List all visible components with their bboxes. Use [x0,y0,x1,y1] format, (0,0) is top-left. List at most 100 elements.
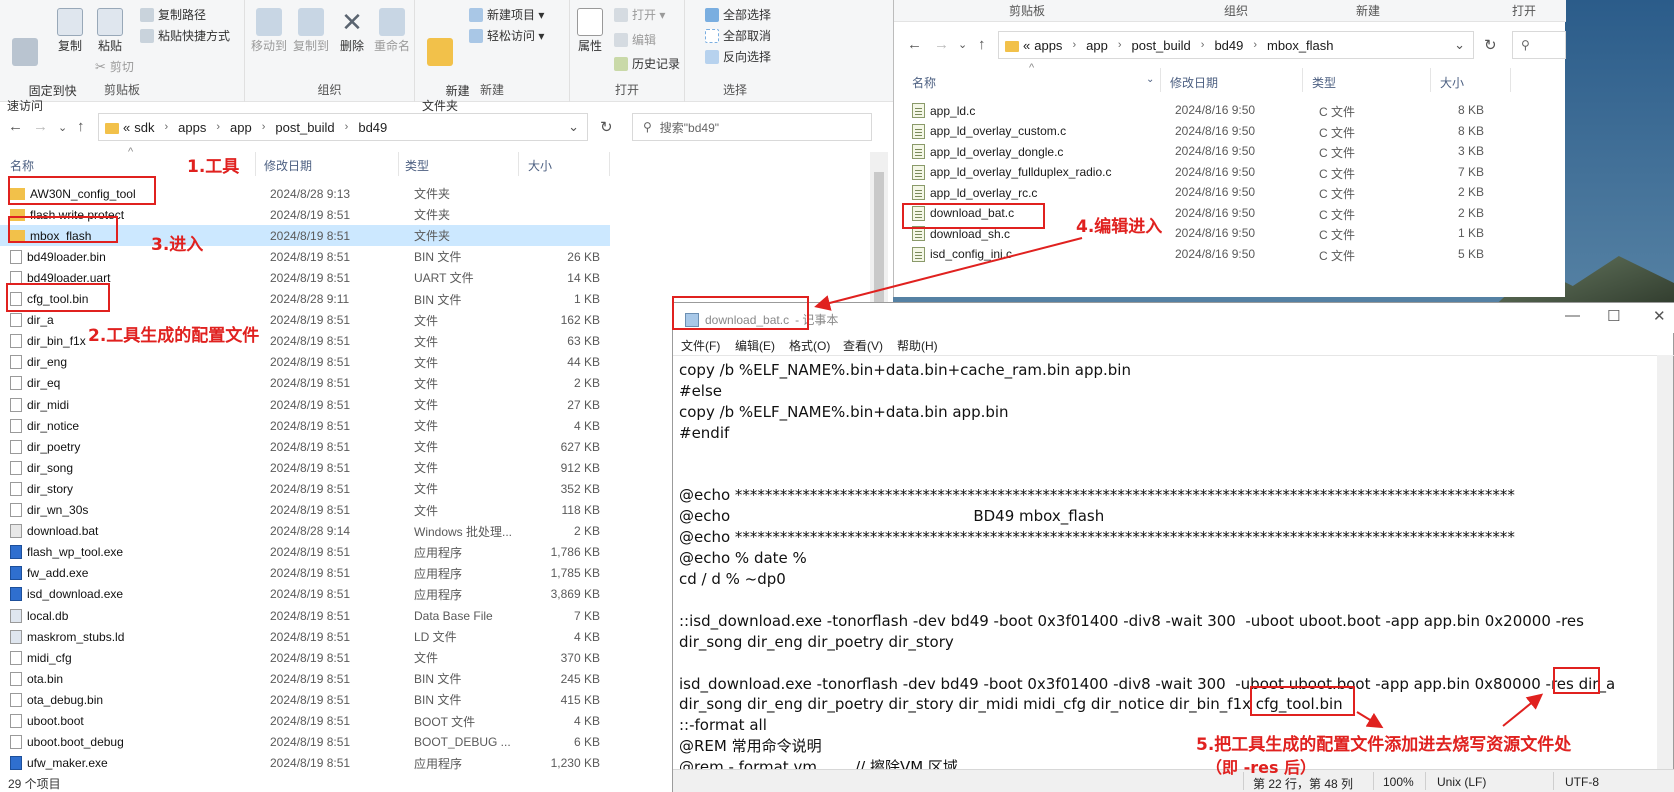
delete-button[interactable]: ✕ 删除 [335,8,369,54]
breadcrumb-app[interactable]: app [1086,38,1108,53]
file-row[interactable]: uboot.boot 2024/8/19 8:51 BOOT 文件 4 KB [0,711,610,732]
ribbon-tab[interactable]: 剪贴板 [1009,2,1045,19]
recent-chevron-icon[interactable]: ⌄ [58,121,67,134]
forward-arrow-icon[interactable]: → [33,118,48,135]
properties-button[interactable]: 属性 [574,8,606,54]
file-row[interactable]: flash_wp_tool.exe 2024/8/19 8:51 应用程序 1,786… [0,542,610,563]
file-row[interactable]: dir_eq 2024/8/19 8:51 文件 2 KB [0,373,610,394]
ribbon-tab[interactable]: 组织 [1224,2,1248,19]
rename-button[interactable]: 重命名 [371,8,413,54]
paste-button[interactable]: 粘贴 [92,8,128,54]
copy-path-button[interactable]: 复制路径 [140,6,206,23]
menu-edit[interactable]: 编辑(E) [735,337,775,354]
refresh-icon[interactable]: ↻ [600,118,613,136]
ribbon-tab[interactable]: 打开 [1512,2,1536,19]
breadcrumb-apps[interactable]: apps [178,120,206,135]
file-row[interactable]: dir_midi 2024/8/19 8:51 文件 27 KB [0,394,610,415]
file-row[interactable]: app_ld.c 2024/8/16 9:50 C 文件 8 KB [894,100,1566,120]
up-arrow-icon[interactable]: ↑ [978,36,986,53]
file-row[interactable]: app_ld_overlay_dongle.c 2024/8/16 9:50 C 文… [894,141,1566,161]
copy-button[interactable]: 复制 [52,8,88,54]
column-dropdown-icon[interactable]: ⌄ [1146,74,1154,85]
notepad-scrollbar[interactable] [1657,355,1673,769]
column-divider[interactable] [609,152,610,176]
open-button[interactable]: 打开 ▾ [614,6,665,23]
file-row[interactable]: dir_notice 2024/8/19 8:51 文件 4 KB [0,415,610,436]
column-divider[interactable] [1160,68,1161,92]
address-input[interactable]: « apps › app › post_build › bd49 › mbox_… [998,31,1474,59]
notepad-titlebar[interactable]: download_bat.c - 记事本 — ☐ ✕ [673,303,1674,333]
select-all-button[interactable]: 全部选择 [705,6,771,23]
file-row[interactable]: uboot.boot_debug 2024/8/19 8:51 BOOT_DEBUG… [0,732,610,753]
easy-access-button[interactable]: 轻松访问 ▾ [469,27,544,44]
menu-help[interactable]: 帮助(H) [897,337,938,354]
file-row[interactable]: app_ld_overlay_rc.c 2024/8/16 9:50 C 文件 2 K… [894,182,1566,202]
history-button[interactable]: 历史记录 [614,55,680,72]
breadcrumb-apps[interactable]: apps [1034,38,1062,53]
file-row[interactable]: fw_add.exe 2024/8/19 8:51 应用程序 1,785 KB [0,563,610,584]
file-row[interactable]: ota.bin 2024/8/19 8:51 BIN 文件 245 KB [0,668,610,689]
column-type-header[interactable]: 类型 [405,157,429,174]
address-dropdown-icon[interactable]: ⌄ [568,119,579,135]
recent-chevron-icon[interactable]: ⌄ [958,38,967,51]
ribbon-tab[interactable]: 新建 [1356,2,1380,19]
minimize-icon[interactable]: — [1565,307,1580,324]
copy-to-button[interactable]: 复制到 [291,8,331,54]
menu-file[interactable]: 文件(F) [681,337,720,354]
back-arrow-icon[interactable]: ← [8,118,23,135]
address-input[interactable]: « sdk › apps › app › post_build › bd49 ⌄ [98,113,588,141]
edit-button[interactable]: 编辑 [614,31,656,48]
file-row[interactable]: app_ld_overlay_custom.c 2024/8/16 9:50 C 文… [894,121,1566,141]
search-input[interactable]: ⚲ 搜索"bd49" [632,113,872,141]
breadcrumb-sdk[interactable]: sdk [134,120,154,135]
column-size-header[interactable]: 大小 [1440,74,1464,91]
column-divider[interactable] [518,152,519,176]
breadcrumb-mbox-flash[interactable]: mbox_flash [1267,38,1333,53]
column-date-header[interactable]: 修改日期 [1170,74,1218,91]
column-date-header[interactable]: 修改日期 [264,157,312,174]
file-row[interactable]: ota_debug.bin 2024/8/19 8:51 BIN 文件 415 KB [0,689,610,710]
menu-format[interactable]: 格式(O) [789,337,830,354]
column-type-header[interactable]: 类型 [1312,74,1336,91]
file-row[interactable]: midi_cfg 2024/8/19 8:51 文件 370 KB [0,647,610,668]
invert-selection-button[interactable]: 反向选择 [705,48,771,65]
column-name-header[interactable]: 名称 [912,74,936,91]
file-row[interactable]: dir_story 2024/8/19 8:51 文件 352 KB [0,478,610,499]
select-none-button[interactable]: 全部取消 [705,27,771,44]
back-arrow-icon[interactable]: ← [907,36,922,53]
search-input[interactable]: ⚲ [1512,31,1566,59]
file-row[interactable]: dir_song 2024/8/19 8:51 文件 912 KB [0,457,610,478]
file-row[interactable]: isd_download.exe 2024/8/19 8:51 应用程序 3,869 … [0,584,610,605]
file-row[interactable]: download.bat 2024/8/28 9:14 Windows 批处理...… [0,521,610,542]
file-row[interactable]: isd_config_ini.c 2024/8/16 9:50 C 文件 5 KB [894,244,1566,264]
close-icon[interactable]: ✕ [1653,307,1666,325]
column-divider[interactable] [255,152,256,176]
column-divider[interactable] [1510,68,1511,92]
new-item-button[interactable]: 新建项目 ▾ [469,6,544,23]
breadcrumb-post-build[interactable]: post_build [1131,38,1190,53]
file-row[interactable]: dir_poetry 2024/8/19 8:51 文件 627 KB [0,436,610,457]
file-row[interactable]: app_ld_overlay_fullduplex_radio.c 2024/8/… [894,162,1566,182]
column-name-header[interactable]: 名称 [10,157,34,174]
move-to-button[interactable]: 移动到 [249,8,289,54]
file-row[interactable]: dir_eng 2024/8/19 8:51 文件 44 KB [0,352,610,373]
breadcrumb-app[interactable]: app [230,120,252,135]
breadcrumb-post-build[interactable]: post_build [275,120,334,135]
column-divider[interactable] [398,152,399,176]
file-row[interactable]: dir_wn_30s 2024/8/19 8:51 文件 118 KB [0,500,610,521]
breadcrumb-overflow[interactable]: « [1023,38,1030,53]
file-row[interactable]: bd49loader.bin 2024/8/19 8:51 BIN 文件 26 KB [0,246,610,267]
file-row[interactable]: maskrom_stubs.ld 2024/8/19 8:51 LD 文件 4 KB [0,626,610,647]
breadcrumb-bd49[interactable]: bd49 [1214,38,1243,53]
up-arrow-icon[interactable]: ↑ [77,118,85,135]
maximize-icon[interactable]: ☐ [1607,307,1620,325]
refresh-icon[interactable]: ↻ [1484,36,1497,54]
column-divider[interactable] [1302,68,1303,92]
address-dropdown-icon[interactable]: ⌄ [1454,37,1465,53]
column-size-header[interactable]: 大小 [528,157,552,174]
breadcrumb-bd49[interactable]: bd49 [358,120,387,135]
menu-view[interactable]: 查看(V) [843,337,883,354]
file-row[interactable]: ufw_maker.exe 2024/8/19 8:51 应用程序 1,230 KB [0,753,610,774]
notepad-text-area[interactable]: copy /b %ELF_NAME%.bin+data.bin+cache_ra… [673,355,1674,769]
paste-shortcut-button[interactable]: 粘贴快捷方式 [140,27,230,44]
